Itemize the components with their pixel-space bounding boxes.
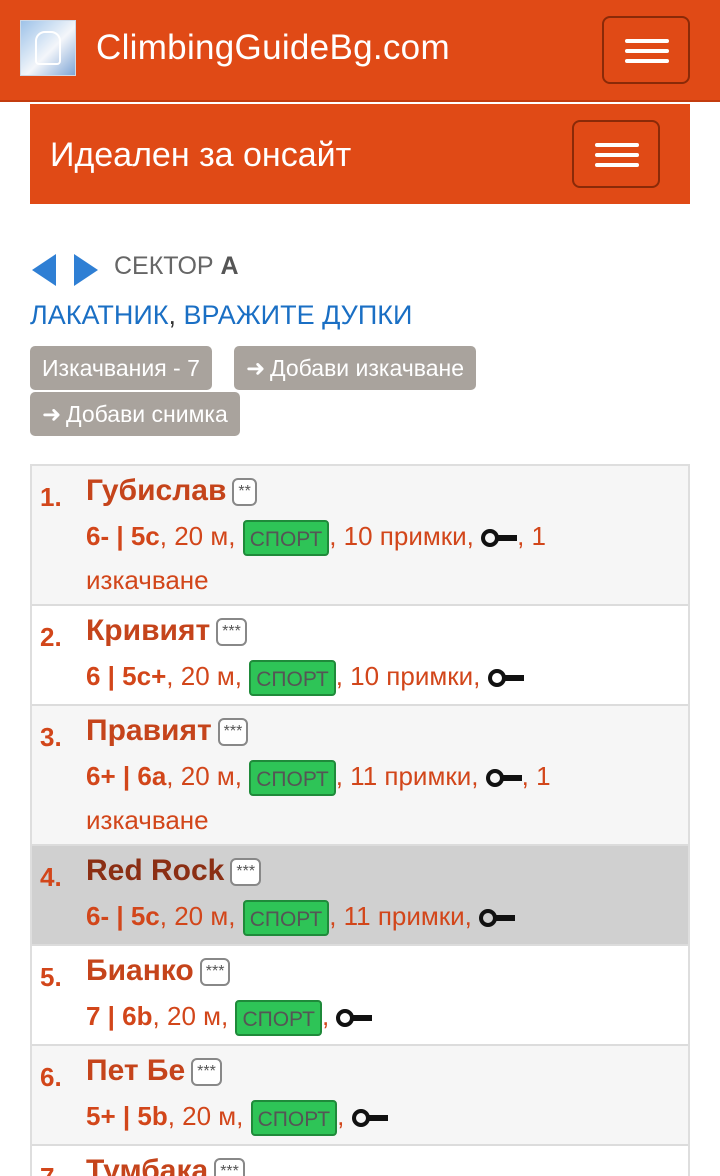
quickdraw-icon [351, 1109, 388, 1128]
hamburger-icon [625, 39, 669, 43]
route-grade: 6 | 5c+ [86, 661, 167, 691]
top-header: ClimbingGuideBg.com [0, 0, 720, 102]
routes-list: 1. Губислав ** 6- | 5c, 20 м, СПОРТ, 10 п… [30, 464, 690, 1176]
stars-rating: *** [217, 718, 249, 747]
hand-logo-icon[interactable] [20, 20, 76, 76]
route-name[interactable]: Тумбака *** [86, 1154, 245, 1176]
list-item[interactable]: 2. Кривият *** 6 | 5c+, 20 м, СПОРТ, 10 п… [32, 606, 688, 706]
arrow-right-icon: ➜ [246, 355, 266, 381]
hamburger-icon [595, 143, 639, 147]
list-item[interactable]: 6. Пет Бе *** 5+ | 5b, 20 м, СПОРТ, [32, 1046, 688, 1146]
route-grade: 6- | 5c [86, 521, 160, 551]
stars-rating: *** [230, 858, 262, 887]
route-name[interactable]: Кривият *** [86, 614, 247, 648]
route-number: 4. [40, 862, 62, 892]
section-title: Идеален за онсайт [50, 136, 352, 174]
arrow-right-icon: ➜ [42, 401, 62, 427]
stars-rating: *** [199, 958, 231, 987]
section-menu-button[interactable] [572, 120, 660, 188]
stars-rating: *** [216, 618, 247, 647]
route-info: 6 | 5c+, 20 м, СПОРТ, 10 примки, [86, 654, 666, 698]
section-header: Идеален за онсайт [30, 104, 690, 204]
list-item[interactable]: 1. Губислав ** 6- | 5c, 20 м, СПОРТ, 10 п… [32, 466, 688, 606]
sport-badge: СПОРТ [249, 660, 336, 697]
quickdraw-icon [336, 1009, 373, 1028]
route-info: 5+ | 5b, 20 м, СПОРТ, [86, 1094, 666, 1138]
route-info: 6- | 5c, 20 м, СПОРТ, 10 примки, , 1 изк… [86, 520, 546, 595]
route-name[interactable]: Бианко *** [86, 954, 231, 988]
route-number: 1. [40, 482, 62, 512]
stars-rating: ** [232, 478, 257, 507]
add-photo-button[interactable]: ➜ Добави снимка [30, 392, 240, 436]
route-grade: 6+ | 6a [86, 761, 167, 791]
add-ascent-button[interactable]: ➜ Добави изкачване [234, 346, 476, 390]
route-info: 7 | 6b, 20 м, СПОРТ, [86, 994, 666, 1038]
quickdraw-icon [487, 669, 524, 688]
route-number: 5. [40, 962, 62, 992]
list-item[interactable]: 3. Правият *** 6+ | 6a, 20 м, СПОРТ, 11 п… [32, 706, 688, 846]
next-sector-arrow-icon[interactable] [74, 254, 98, 286]
sport-badge: СПОРТ [242, 900, 330, 937]
route-grade: 6- | 5c [86, 901, 160, 931]
route-grade: 7 | 6b [86, 1001, 153, 1031]
list-item[interactable]: 4. Red Rock *** 6- | 5c, 20 м, СПОРТ, 11 … [32, 846, 688, 946]
route-number: 7. [40, 1162, 62, 1176]
sport-badge: СПОРТ [250, 1100, 338, 1137]
quickdraw-icon [481, 529, 518, 548]
route-name[interactable]: Правият *** [86, 714, 249, 748]
sport-badge: СПОРТ [249, 760, 336, 797]
route-grade: 5+ | 5b [86, 1101, 168, 1131]
sector-name: A [220, 252, 239, 280]
list-item[interactable]: 5. Бианко *** 7 | 6b, 20 м, СПОРТ, [32, 946, 688, 1046]
breadcrumb: ЛАКАТНИК, ВРАЖИТЕ ДУПКИ [30, 300, 413, 330]
main-menu-button[interactable] [602, 16, 690, 84]
route-number: 3. [40, 722, 62, 752]
breadcrumb-area-link[interactable]: ЛАКАТНИК [30, 300, 168, 330]
sport-badge: СПОРТ [235, 1000, 322, 1037]
route-name[interactable]: Губислав ** [86, 474, 257, 508]
breadcrumb-crag-link[interactable]: ВРАЖИТЕ ДУПКИ [184, 300, 413, 330]
stars-rating: *** [214, 1158, 245, 1176]
route-number: 2. [40, 622, 62, 652]
route-info: 6+ | 6a, 20 м, СПОРТ, 11 примки, , 1 изк… [86, 760, 551, 835]
sport-badge: СПОРТ [242, 520, 330, 557]
ascents-count-button[interactable]: Изкачвания - 7 [30, 346, 212, 390]
quickdraw-icon [485, 769, 522, 788]
quickdraw-icon [479, 909, 516, 928]
route-number: 6. [40, 1062, 62, 1092]
route-name[interactable]: Red Rock *** [86, 854, 262, 888]
route-name[interactable]: Пет Бе *** [86, 1054, 222, 1088]
stars-rating: *** [191, 1058, 222, 1087]
sector-label: СЕКТОР A [114, 252, 239, 280]
site-brand[interactable]: ClimbingGuideBg.com [96, 28, 450, 68]
previous-sector-arrow-icon[interactable] [32, 254, 56, 286]
route-info: 6- | 5c, 20 м, СПОРТ, 11 примки, [86, 894, 666, 938]
list-item[interactable]: 7. Тумбака*** [32, 1146, 688, 1176]
